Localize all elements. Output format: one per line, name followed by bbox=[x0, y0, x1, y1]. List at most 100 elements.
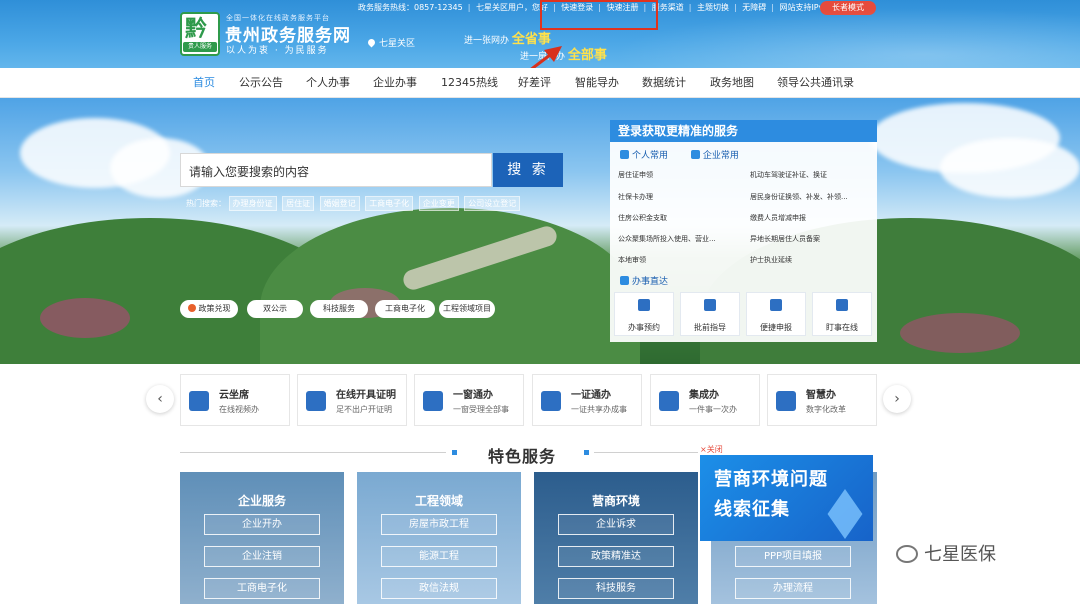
panel-title[interactable]: 登录获取更精准的服务 bbox=[610, 120, 877, 142]
featured-item[interactable]: 企业注销 bbox=[204, 546, 320, 567]
chevron-right-icon: › bbox=[894, 391, 900, 407]
quick-label: 办事预约 bbox=[628, 323, 660, 332]
strip-card-cloud-seat[interactable]: 云坐席 在线视频办 bbox=[180, 374, 290, 426]
nav-smart-guide[interactable]: 智能导办 bbox=[575, 68, 619, 98]
nav-enterprise-affairs[interactable]: 企业办事 bbox=[373, 68, 417, 98]
slogan-b-emphasis: 全部事 bbox=[567, 48, 607, 63]
strip-card-certificate[interactable]: 在线开具证明 足不出户开证明 bbox=[297, 374, 407, 426]
logo-glyph: 黔 bbox=[185, 17, 208, 42]
pill-policy[interactable]: 政策兑现 bbox=[180, 300, 238, 318]
featured-engineering: 工程领域 房屋市政工程 能源工程 政信法规 bbox=[357, 472, 521, 604]
elder-mode-button[interactable]: 长者模式 bbox=[820, 1, 876, 15]
promo-close-button[interactable]: ×关闭 bbox=[700, 444, 723, 455]
featured-heading: 工程领域 bbox=[414, 494, 463, 508]
quick-appointment-button[interactable]: 办事预约 bbox=[614, 292, 674, 336]
ipv6-support-text: 网站支持IPv6 bbox=[779, 3, 829, 12]
service-link[interactable]: 缴费人员增减申报 bbox=[750, 213, 806, 223]
strip-card-one-certificate[interactable]: 一证通办 一证共享办成事 bbox=[532, 374, 642, 426]
quick-guidance-button[interactable]: 批前指导 bbox=[680, 292, 740, 336]
search-button[interactable]: 搜 索 bbox=[493, 153, 563, 187]
service-link[interactable]: 异地长期居住人员备案 bbox=[750, 234, 820, 244]
strip-card-integrated[interactable]: 集成办 一件事一次办 bbox=[650, 374, 760, 426]
calendar-icon bbox=[638, 299, 650, 311]
chip-icon bbox=[776, 391, 796, 411]
pill-engineering[interactable]: 工程领域项目 bbox=[439, 300, 495, 318]
strip-next-button[interactable]: › bbox=[883, 385, 911, 413]
strip-card-subtitle: 一证共享办成事 bbox=[571, 405, 627, 414]
service-link[interactable]: 社保卡办理 bbox=[618, 192, 653, 202]
pill-double-public[interactable]: 双公示 bbox=[247, 300, 303, 318]
tab-company[interactable]: 企业常用 bbox=[690, 150, 749, 161]
strip-card-subtitle: 一窗受理全部事 bbox=[453, 405, 509, 414]
layers-icon bbox=[704, 299, 716, 311]
hot-tag-company-setup[interactable]: 公司设立登记 bbox=[464, 196, 521, 211]
search-input[interactable]: 请输入您要搜索的内容 bbox=[180, 153, 492, 187]
service-link[interactable]: 机动车驾驶证补证、换证 bbox=[750, 170, 827, 180]
building-icon bbox=[690, 150, 700, 159]
hot-tag-business-e[interactable]: 工商电子化 bbox=[365, 196, 414, 211]
quick-online-button[interactable]: 盯事在线 bbox=[812, 292, 872, 336]
service-link[interactable]: 本地审领 bbox=[618, 255, 646, 265]
hotline-text: 政务服务热线：0857-12345 bbox=[358, 3, 463, 12]
tab-personal[interactable]: 个人常用 bbox=[620, 150, 678, 161]
quick-title-label: 办事直达 bbox=[632, 277, 669, 287]
video-icon bbox=[189, 391, 209, 411]
hot-tag-company-change[interactable]: 企业变更 bbox=[418, 196, 459, 211]
nav-gov-map[interactable]: 政务地图 bbox=[710, 68, 754, 98]
strip-card-title: 云坐席 bbox=[219, 390, 249, 401]
pill-tech-service[interactable]: 科技服务 bbox=[310, 300, 368, 318]
user-greeting[interactable]: 七星关区用户，您好 bbox=[476, 2, 548, 13]
quick-declare-button[interactable]: 便捷申报 bbox=[746, 292, 806, 336]
featured-item[interactable]: 政策精准达 bbox=[558, 546, 674, 567]
featured-item[interactable]: 政信法规 bbox=[381, 578, 497, 599]
featured-item[interactable]: PPP项目填报 bbox=[735, 546, 851, 567]
strip-card-smart[interactable]: 智慧办 数字化改革 bbox=[767, 374, 877, 426]
featured-heading: 企业服务 bbox=[237, 494, 286, 508]
divider bbox=[180, 452, 446, 453]
fire-icon bbox=[187, 304, 196, 312]
service-link[interactable]: 护士执业延续 bbox=[750, 255, 792, 265]
featured-item[interactable]: 房屋市政工程 bbox=[381, 514, 497, 535]
pill-business-e[interactable]: 工商电子化 bbox=[375, 300, 435, 318]
clock-icon bbox=[836, 299, 848, 311]
nav-personal-affairs[interactable]: 个人办事 bbox=[306, 68, 350, 98]
hot-tag-marriage[interactable]: 婚姻登记 bbox=[319, 196, 360, 211]
nav-home[interactable]: 首页 bbox=[193, 68, 215, 98]
strip-card-one-window[interactable]: 一窗通办 一窗受理全部事 bbox=[414, 374, 524, 426]
nav-statistics[interactable]: 数据统计 bbox=[642, 68, 686, 98]
pill-label: 政策兑现 bbox=[198, 304, 231, 313]
service-link[interactable]: 住房公积金支取 bbox=[618, 213, 667, 223]
edit-icon bbox=[770, 299, 782, 311]
watermark: 七星医保 bbox=[896, 540, 996, 566]
nav-12345-hotline[interactable]: 12345热线 bbox=[441, 68, 498, 98]
service-link[interactable]: 公众聚集场所投入使用、营业... bbox=[618, 234, 716, 244]
nav-leader-directory[interactable]: 领导公共通讯录 bbox=[777, 68, 854, 98]
promo-banner[interactable]: 营商环境问题 线索征集 bbox=[700, 455, 873, 541]
location-selector[interactable]: 七星关区 bbox=[366, 36, 415, 49]
featured-item[interactable]: 企业诉求 bbox=[558, 514, 674, 535]
quick-access-title: 办事直达 bbox=[620, 274, 668, 287]
accessibility-link[interactable]: 无障碍 bbox=[742, 2, 766, 13]
hot-tag-residence-permit[interactable]: 居住证 bbox=[282, 196, 315, 211]
strip-card-title: 一证通办 bbox=[571, 390, 611, 401]
service-link[interactable]: 居民身份证换领、补发、补领... bbox=[750, 192, 848, 202]
featured-item[interactable]: 企业开办 bbox=[204, 514, 320, 535]
theme-switch-link[interactable]: 主题切换 bbox=[697, 2, 729, 13]
nav-announcements[interactable]: 公示公告 bbox=[239, 68, 283, 98]
location-pin-icon bbox=[366, 37, 377, 48]
strip-prev-button[interactable]: ‹ bbox=[146, 385, 174, 413]
service-link[interactable]: 居住证申领 bbox=[618, 170, 653, 180]
featured-title: 特色服务 bbox=[488, 447, 557, 466]
featured-item[interactable]: 能源工程 bbox=[381, 546, 497, 567]
hot-search-bar: 热门搜索： 办理身份证 居住证 婚姻登记 工商电子化 企业变更 公司设立登记 bbox=[186, 196, 523, 211]
featured-item[interactable]: 工商电子化 bbox=[204, 578, 320, 599]
hot-tag-id-card[interactable]: 办理身份证 bbox=[228, 196, 277, 211]
featured-item[interactable]: 科技服务 bbox=[558, 578, 674, 599]
nav-evaluation[interactable]: 好差评 bbox=[518, 68, 551, 98]
strip-card-title: 智慧办 bbox=[806, 390, 836, 401]
featured-item[interactable]: 办理流程 bbox=[735, 578, 851, 599]
site-logo[interactable]: 黔 贵人服务 bbox=[180, 12, 220, 56]
flag-icon bbox=[620, 276, 629, 285]
annotation-highlight-box bbox=[540, 0, 658, 30]
search-placeholder: 请输入您要搜索的内容 bbox=[189, 165, 310, 179]
